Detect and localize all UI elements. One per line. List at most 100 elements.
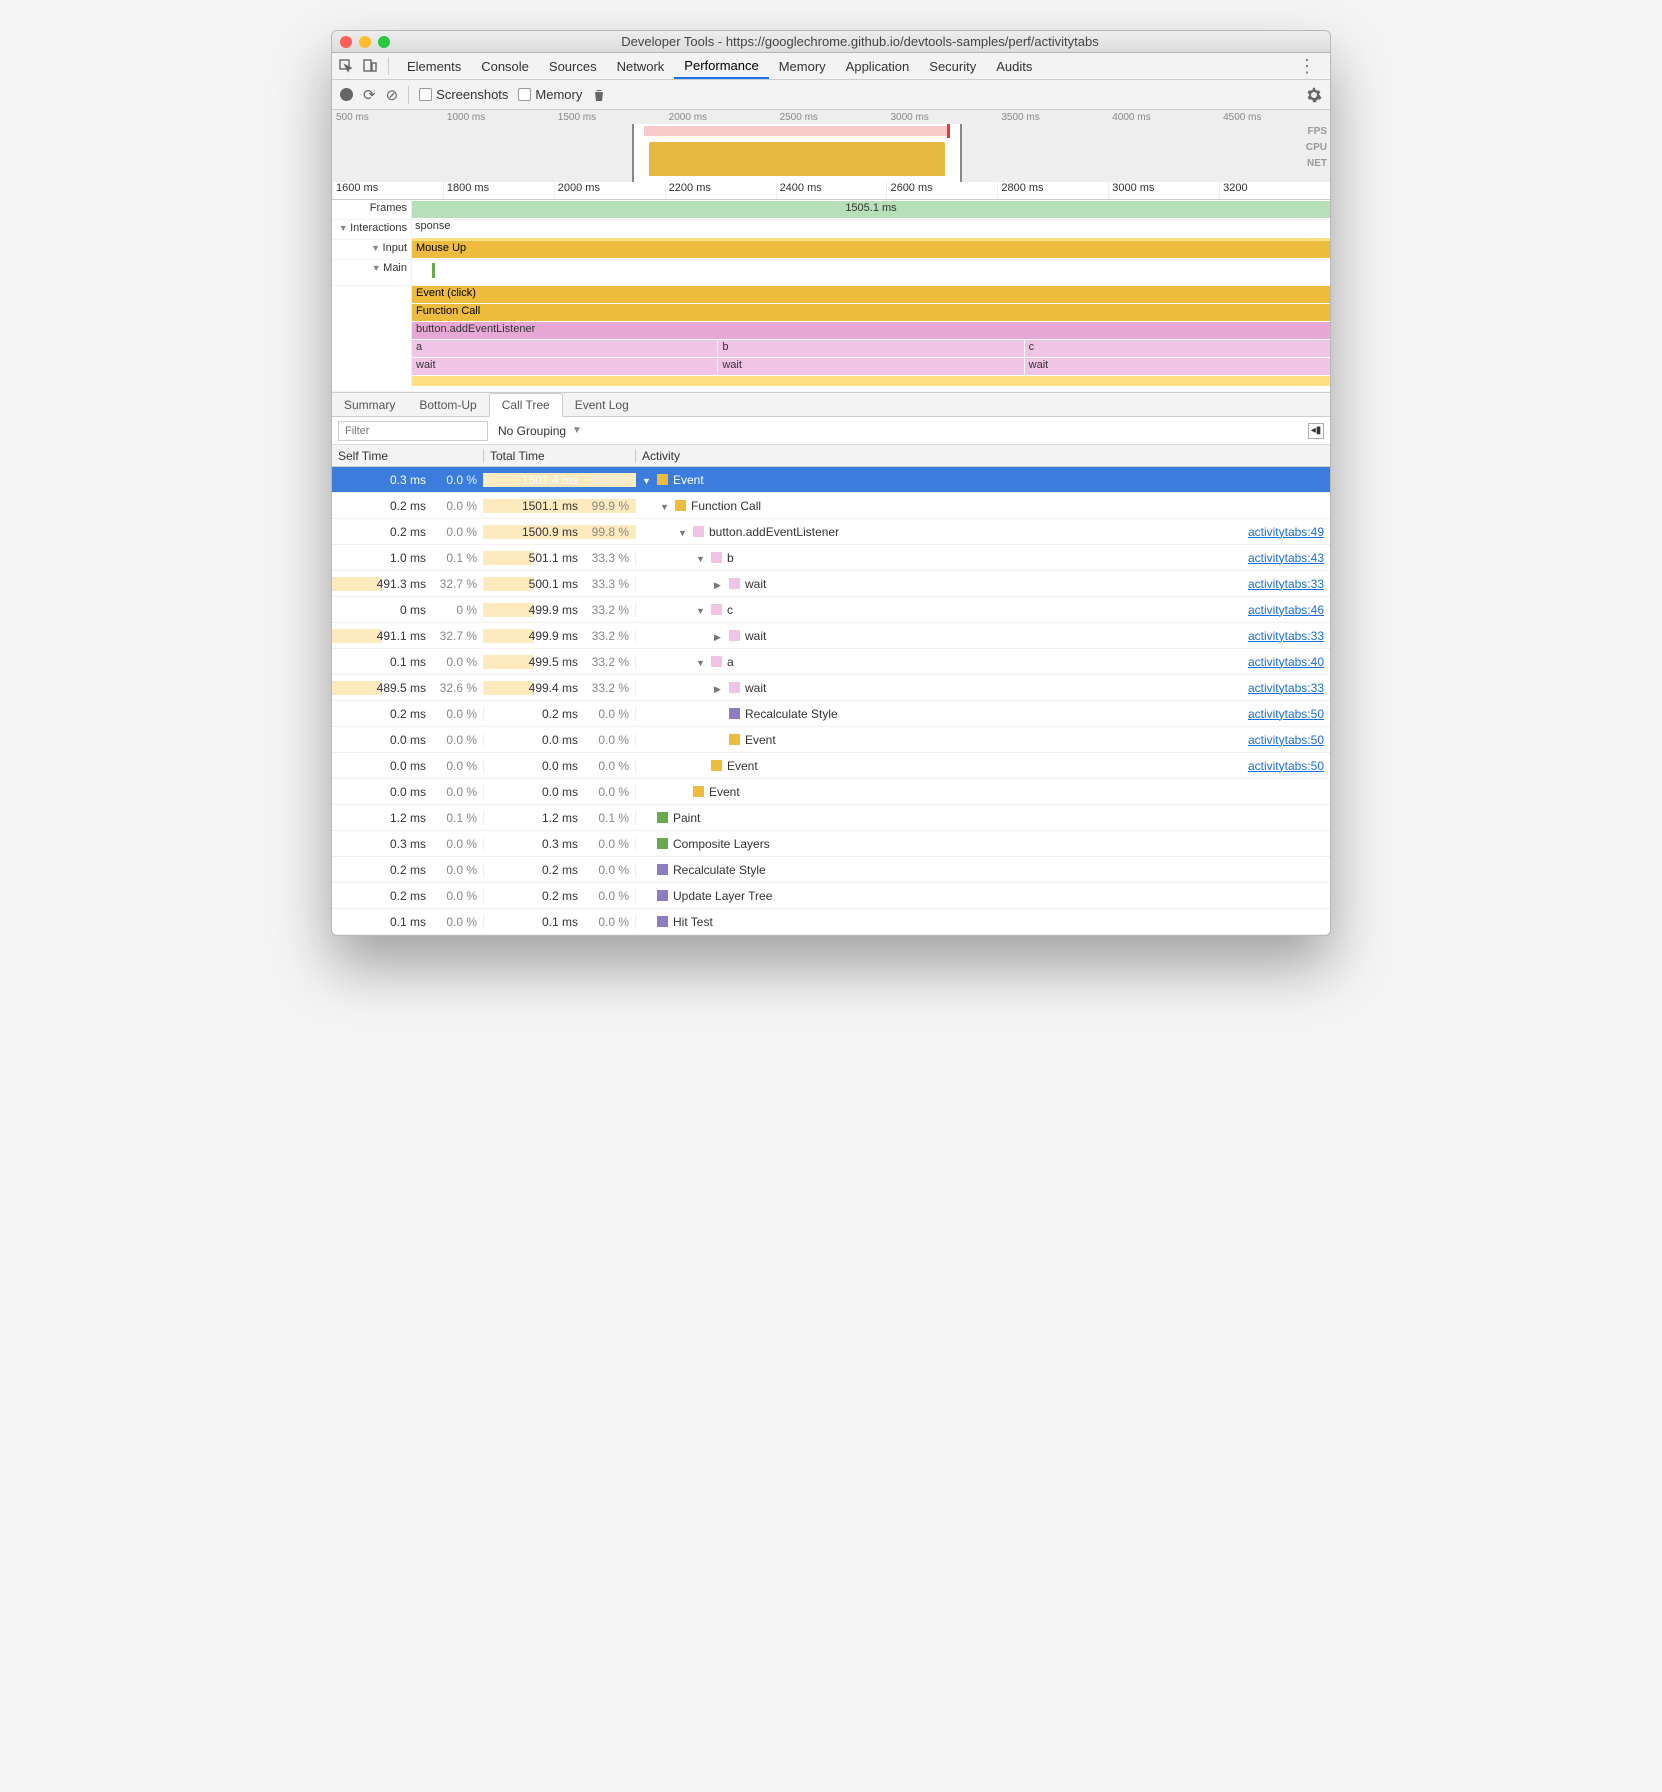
- mouseup-bar[interactable]: Mouse Up: [412, 241, 1330, 258]
- zoom-icon[interactable]: [378, 36, 390, 48]
- inspect-icon[interactable]: [336, 56, 356, 76]
- activity-color-icon: [711, 552, 722, 563]
- device-icon[interactable]: [360, 56, 380, 76]
- tab-application[interactable]: Application: [836, 53, 920, 79]
- more-icon[interactable]: ⋮: [1288, 56, 1326, 77]
- disclosure-icon[interactable]: ▼: [678, 528, 688, 536]
- activity-name: wait: [745, 629, 766, 643]
- table-row[interactable]: 489.5 ms32.6 %499.4 ms33.2 %▶waitactivit…: [332, 675, 1330, 701]
- fn-c-bar[interactable]: c: [1025, 340, 1330, 357]
- trash-icon[interactable]: [592, 88, 606, 102]
- activity-color-icon: [711, 656, 722, 667]
- disclosure-icon[interactable]: ▼: [642, 476, 652, 484]
- disclosure-icon[interactable]: [642, 814, 652, 822]
- col-self[interactable]: Self Time: [332, 449, 484, 463]
- disclosure-icon[interactable]: ▼: [696, 554, 706, 562]
- close-icon[interactable]: [340, 36, 352, 48]
- source-link[interactable]: activitytabs:46: [1248, 603, 1324, 617]
- activity-name: Event: [727, 759, 758, 773]
- table-row[interactable]: 0.1 ms0.0 %499.5 ms33.2 %▼aactivitytabs:…: [332, 649, 1330, 675]
- table-row[interactable]: 0 ms0 %499.9 ms33.2 %▼cactivitytabs:46: [332, 597, 1330, 623]
- disclosure-icon[interactable]: ▼: [696, 658, 706, 666]
- memory-checkbox[interactable]: Memory: [518, 87, 582, 102]
- source-link[interactable]: activitytabs:50: [1248, 733, 1324, 747]
- details-tab-summary[interactable]: Summary: [332, 393, 407, 416]
- disclosure-icon[interactable]: ▶: [714, 580, 724, 588]
- table-row[interactable]: 0.2 ms0.0 %0.2 ms0.0 %Recalculate Style: [332, 857, 1330, 883]
- tab-security[interactable]: Security: [919, 53, 986, 79]
- grouping-select[interactable]: No Grouping ▼: [498, 424, 582, 438]
- source-link[interactable]: activitytabs:40: [1248, 655, 1324, 669]
- disclosure-icon[interactable]: [642, 840, 652, 848]
- function-call-bar[interactable]: Function Call: [412, 304, 1330, 321]
- activity-color-icon: [711, 604, 722, 615]
- tab-sources[interactable]: Sources: [539, 53, 607, 79]
- listener-bar[interactable]: button.addEventListener: [412, 322, 1330, 339]
- source-link[interactable]: activitytabs:33: [1248, 629, 1324, 643]
- overview-selection[interactable]: [632, 124, 962, 182]
- disclosure-icon[interactable]: [696, 762, 706, 770]
- frame-bar[interactable]: 1505.1 ms: [412, 201, 1330, 218]
- table-row[interactable]: 0.0 ms0.0 %0.0 ms0.0 %Eventactivitytabs:…: [332, 727, 1330, 753]
- tab-memory[interactable]: Memory: [769, 53, 836, 79]
- table-row[interactable]: 1.0 ms0.1 %501.1 ms33.3 %▼bactivitytabs:…: [332, 545, 1330, 571]
- tab-network[interactable]: Network: [607, 53, 675, 79]
- record-button[interactable]: [340, 88, 353, 101]
- table-row[interactable]: 0.2 ms0.0 %1500.9 ms99.8 %▼button.addEve…: [332, 519, 1330, 545]
- tab-audits[interactable]: Audits: [986, 53, 1042, 79]
- col-activity[interactable]: Activity: [636, 449, 1330, 463]
- wait-bar[interactable]: wait: [718, 358, 1023, 375]
- source-link[interactable]: activitytabs:33: [1248, 681, 1324, 695]
- table-row[interactable]: 0.3 ms0.0 %1501.4 ms99.9 %▼Event: [332, 467, 1330, 493]
- disclosure-icon[interactable]: [642, 892, 652, 900]
- disclosure-icon[interactable]: [678, 788, 688, 796]
- table-row[interactable]: 0.2 ms0.0 %0.2 ms0.0 %Recalculate Stylea…: [332, 701, 1330, 727]
- reload-icon[interactable]: ⟳: [363, 86, 376, 104]
- disclosure-icon[interactable]: [714, 736, 724, 744]
- minimize-icon[interactable]: [359, 36, 371, 48]
- table-row[interactable]: 0.0 ms0.0 %0.0 ms0.0 %Eventactivitytabs:…: [332, 753, 1330, 779]
- gear-icon[interactable]: [1306, 87, 1322, 103]
- disclosure-icon[interactable]: [642, 866, 652, 874]
- details-tab-bottom-up[interactable]: Bottom-Up: [407, 393, 488, 416]
- event-click-bar[interactable]: Event (click): [412, 286, 1330, 303]
- flame-chart[interactable]: Frames 1505.1 ms Interactions sponse Inp…: [332, 200, 1330, 393]
- showall-button[interactable]: ◂▮: [1308, 423, 1324, 439]
- table-row[interactable]: 0.2 ms0.0 %0.2 ms0.0 %Update Layer Tree: [332, 883, 1330, 909]
- table-row[interactable]: 491.1 ms32.7 %499.9 ms33.2 %▶waitactivit…: [332, 623, 1330, 649]
- table-row[interactable]: 491.3 ms32.7 %500.1 ms33.3 %▶waitactivit…: [332, 571, 1330, 597]
- disclosure-icon[interactable]: ▼: [660, 502, 670, 510]
- details-tab-event-log[interactable]: Event Log: [563, 393, 641, 416]
- table-row[interactable]: 0.1 ms0.0 %0.1 ms0.0 %Hit Test: [332, 909, 1330, 935]
- wait-bar[interactable]: wait: [1025, 358, 1330, 375]
- disclosure-icon[interactable]: ▶: [714, 632, 724, 640]
- disclosure-icon[interactable]: [642, 918, 652, 926]
- details-tab-call-tree[interactable]: Call Tree: [489, 393, 563, 417]
- disclosure-icon[interactable]: ▶: [714, 684, 724, 692]
- table-row[interactable]: 0.2 ms0.0 %1501.1 ms99.9 %▼Function Call: [332, 493, 1330, 519]
- activity-color-icon: [711, 760, 722, 771]
- source-link[interactable]: activitytabs:50: [1248, 707, 1324, 721]
- overview-panel[interactable]: 500 ms1000 ms1500 ms2000 ms2500 ms3000 m…: [332, 110, 1330, 182]
- clear-icon[interactable]: ⊘: [386, 86, 399, 104]
- filter-input[interactable]: [338, 421, 488, 441]
- fn-b-bar[interactable]: b: [718, 340, 1023, 357]
- activity-name: Update Layer Tree: [673, 889, 772, 903]
- table-row[interactable]: 0.0 ms0.0 %0.0 ms0.0 %Event: [332, 779, 1330, 805]
- disclosure-icon[interactable]: [714, 710, 724, 718]
- screenshots-checkbox[interactable]: Screenshots: [419, 87, 508, 102]
- tab-elements[interactable]: Elements: [397, 53, 471, 79]
- source-link[interactable]: activitytabs:33: [1248, 577, 1324, 591]
- tab-performance[interactable]: Performance: [674, 53, 768, 79]
- fn-a-bar[interactable]: a: [412, 340, 717, 357]
- source-link[interactable]: activitytabs:49: [1248, 525, 1324, 539]
- tab-console[interactable]: Console: [471, 53, 539, 79]
- table-row[interactable]: 1.2 ms0.1 %1.2 ms0.1 %Paint: [332, 805, 1330, 831]
- micro-tasks-bar[interactable]: [412, 376, 1330, 386]
- wait-bar[interactable]: wait: [412, 358, 717, 375]
- table-row[interactable]: 0.3 ms0.0 %0.3 ms0.0 %Composite Layers: [332, 831, 1330, 857]
- source-link[interactable]: activitytabs:50: [1248, 759, 1324, 773]
- col-total[interactable]: Total Time: [484, 449, 636, 463]
- disclosure-icon[interactable]: ▼: [696, 606, 706, 614]
- source-link[interactable]: activitytabs:43: [1248, 551, 1324, 565]
